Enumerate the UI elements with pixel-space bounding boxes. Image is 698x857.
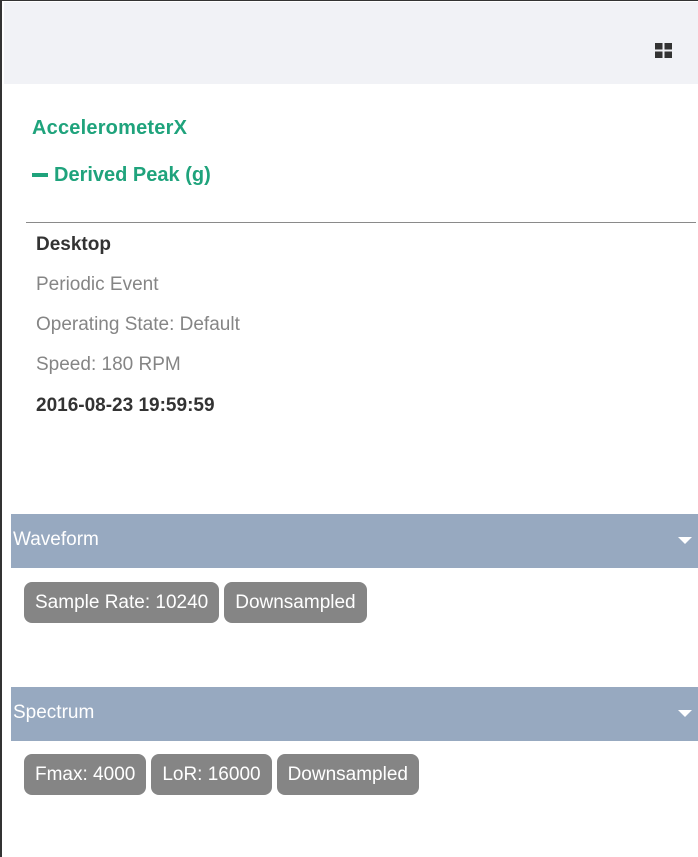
spectrum-tags: Fmax: 4000 LoR: 16000 Downsampled [24, 754, 419, 795]
section-divider [26, 222, 696, 223]
waveform-sample-rate-tag: Sample Rate: 10240 [24, 582, 220, 623]
spectrum-title: Spectrum [13, 702, 95, 723]
event-type-label: Periodic Event [36, 274, 159, 295]
caret-down-icon [678, 710, 692, 717]
waveform-downsampled-tag: Downsampled [224, 582, 367, 623]
waveform-tags: Sample Rate: 10240 Downsampled [24, 582, 367, 623]
waveform-title: Waveform [13, 529, 99, 550]
minus-icon [32, 173, 48, 177]
waveform-section-header[interactable]: Waveform [11, 514, 698, 568]
location-label: Desktop [36, 234, 111, 255]
spectrum-section-header[interactable]: Spectrum [11, 687, 698, 741]
sensor-detail-panel: AccelerometerX Derived Peak (g) Desktop … [0, 0, 698, 857]
panel-toolbar [4, 2, 698, 84]
measurement-label: Derived Peak (g) [54, 163, 211, 186]
spectrum-downsampled-tag: Downsampled [276, 754, 419, 795]
spectrum-fmax-tag: Fmax: 4000 [24, 754, 147, 795]
sensor-name: AccelerometerX [32, 117, 188, 139]
operating-state-label: Operating State: Default [36, 314, 240, 335]
spectrum-lor-tag: LoR: 16000 [151, 754, 272, 795]
grid-icon[interactable] [655, 43, 672, 58]
caret-down-icon [678, 537, 692, 544]
timestamp-label: 2016-08-23 19:59:59 [36, 395, 215, 416]
measurement-toggle[interactable]: Derived Peak (g) [32, 161, 211, 189]
speed-label: Speed: 180 RPM [36, 354, 181, 375]
